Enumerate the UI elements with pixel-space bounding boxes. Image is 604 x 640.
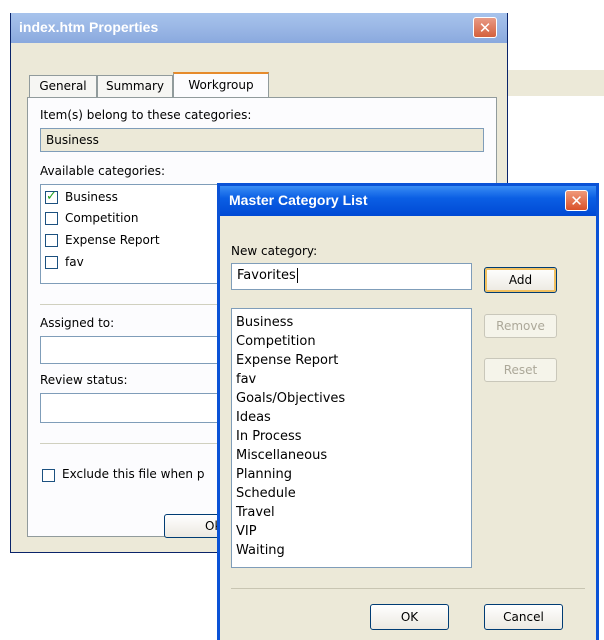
list-item[interactable]: Waiting (232, 541, 471, 560)
tab-general[interactable]: General (29, 75, 97, 97)
list-item[interactable]: Travel (232, 503, 471, 522)
list-item[interactable]: Planning (232, 465, 471, 484)
tab-workgroup[interactable]: Workgroup (173, 72, 269, 97)
list-item[interactable]: Business (232, 313, 471, 332)
belong-field: Business (40, 128, 484, 152)
list-item[interactable]: Goals/Objectives (232, 389, 471, 408)
category-label-competition: Competition (65, 211, 139, 225)
cancel-button[interactable]: Cancel (484, 604, 563, 630)
ok-button[interactable]: OK (370, 604, 449, 630)
reset-button[interactable]: Reset (484, 358, 557, 382)
checkbox-business[interactable]: ✓ (45, 189, 58, 204)
close-icon[interactable]: ✕ (473, 17, 497, 38)
text-caret (296, 268, 298, 283)
master-category-dialog: Master Category List ✕ New category: Fav… (217, 183, 599, 640)
new-category-label: New category: (231, 244, 318, 258)
add-button[interactable]: Add (484, 267, 557, 293)
checkbox-fav[interactable] (45, 256, 58, 269)
new-category-input[interactable]: Favorites (231, 263, 472, 290)
belong-label: Item(s) belong to these categories: (40, 108, 252, 122)
available-label: Available categories: (40, 164, 166, 178)
close-icon[interactable]: ✕ (565, 190, 588, 211)
master-title: Master Category List (229, 192, 368, 208)
list-item[interactable]: VIP (232, 522, 471, 541)
category-label-expense-report: Expense Report (65, 233, 160, 247)
exclude-label: Exclude this file when p (62, 467, 205, 481)
checkbox-competition[interactable] (45, 212, 58, 225)
new-category-value: Favorites (237, 268, 296, 283)
background-window-strip (508, 70, 604, 96)
list-item[interactable]: Ideas (232, 408, 471, 427)
list-item[interactable]: Miscellaneous (232, 446, 471, 465)
properties-titlebar[interactable]: index.htm Properties ✕ (11, 13, 507, 43)
review-label: Review status: (40, 373, 128, 387)
category-label-fav: fav (65, 255, 84, 269)
assigned-label: Assigned to: (40, 316, 115, 330)
separator (231, 588, 585, 589)
master-titlebar[interactable]: Master Category List ✕ (220, 186, 596, 216)
checkbox-expense-report[interactable] (45, 234, 58, 247)
tab-summary[interactable]: Summary (97, 75, 173, 97)
properties-title: index.htm Properties (19, 19, 159, 35)
list-item[interactable]: fav (232, 370, 471, 389)
category-list[interactable]: Business Competition Expense Report fav … (231, 308, 472, 568)
list-item[interactable]: In Process (232, 427, 471, 446)
category-label-business: Business (65, 190, 118, 204)
remove-button[interactable]: Remove (484, 314, 557, 338)
list-item[interactable]: Schedule (232, 484, 471, 503)
list-item[interactable]: Expense Report (232, 351, 471, 370)
exclude-checkbox[interactable] (42, 469, 55, 482)
list-item[interactable]: Competition (232, 332, 471, 351)
